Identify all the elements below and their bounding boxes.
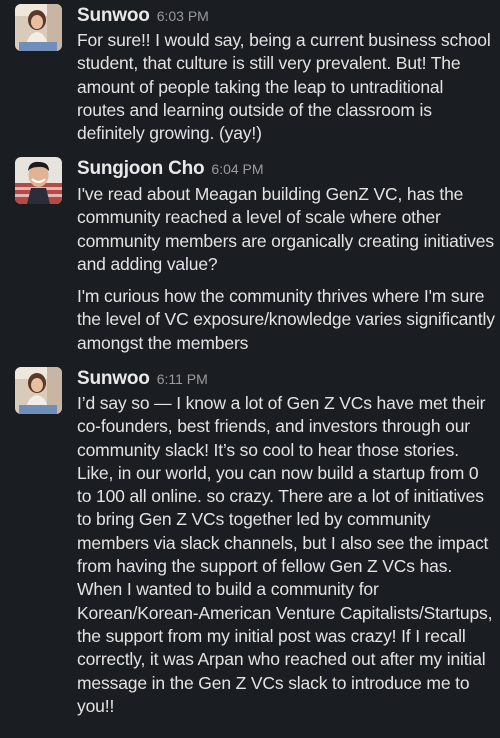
message-header: Sungjoon Cho 6:04 PM: [77, 158, 264, 180]
message-text: I'm curious how the community thrives wh…: [77, 286, 495, 353]
sender-name[interactable]: Sunwoo: [77, 5, 150, 27]
user-photo-icon: [15, 157, 62, 204]
message-header: Sunwoo 6:03 PM: [77, 5, 209, 27]
message-text: I've read about Meagan building GenZ VC,…: [77, 184, 494, 274]
avatar[interactable]: [15, 4, 62, 51]
sender-name[interactable]: Sungjoon Cho: [77, 158, 205, 180]
avatar[interactable]: [15, 157, 62, 204]
timestamp[interactable]: 6:04 PM: [211, 161, 263, 177]
avatar[interactable]: [15, 367, 62, 414]
sender-name[interactable]: Sunwoo: [77, 368, 150, 390]
timestamp[interactable]: 6:03 PM: [157, 8, 209, 24]
message-header: Sunwoo 6:11 PM: [77, 368, 208, 390]
timestamp[interactable]: 6:11 PM: [157, 371, 208, 387]
message-text: For sure!! I would say, being a current …: [77, 30, 491, 144]
message-feed: Sunwoo 6:03 PM For sure!! I would say, b…: [0, 0, 500, 738]
user-photo-icon: [15, 367, 62, 414]
message-text: I’d say so — I know a lot of Gen Z VCs h…: [77, 393, 493, 716]
user-photo-icon: [15, 4, 62, 51]
